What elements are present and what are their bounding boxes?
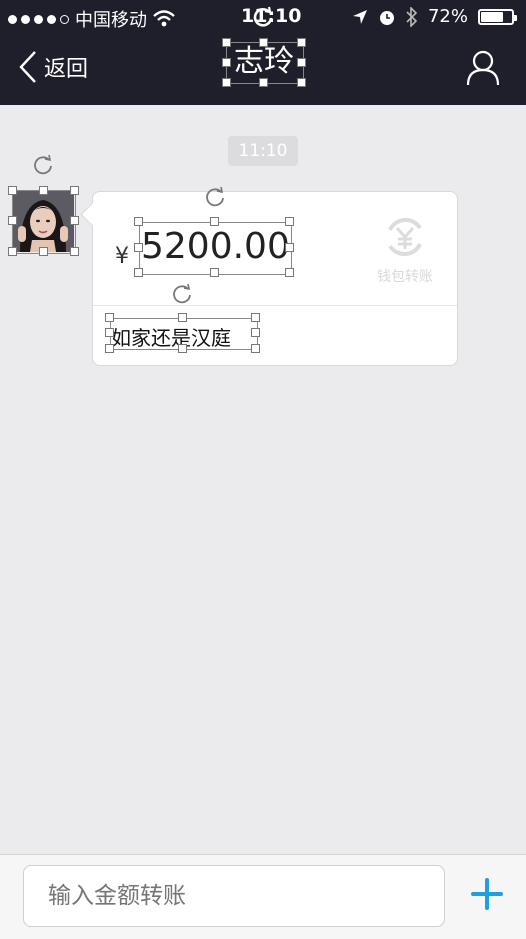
- selection-handle: [178, 344, 187, 353]
- app-header: 中国移动 11:10 72% 返回 志玲: [0, 0, 526, 105]
- selection-handle: [70, 247, 79, 256]
- selection-handle: [70, 186, 79, 195]
- selection-handle: [105, 328, 114, 337]
- selection-handle: [8, 186, 17, 195]
- selection-handle: [251, 328, 260, 337]
- selection-handle: [134, 243, 143, 252]
- selection-handle: [134, 268, 143, 277]
- rotate-handle-icon: [173, 283, 191, 304]
- selection-handle: [210, 217, 219, 226]
- composer-bar: [0, 854, 526, 939]
- selection-handle: [222, 78, 231, 87]
- selection-handle: [8, 247, 17, 256]
- selection-handle: [39, 247, 48, 256]
- selection-handle: [39, 186, 48, 195]
- battery-icon: [478, 8, 517, 25]
- wallet-transfer-badge: 钱包转账: [371, 214, 439, 285]
- rotate-handle-icon: [206, 186, 224, 207]
- person-icon[interactable]: [466, 50, 500, 86]
- yen-coin-icon: [388, 217, 422, 257]
- nav-bar: 返回 志玲: [0, 6, 526, 105]
- selection-handle: [259, 78, 268, 87]
- selection-handle: [222, 58, 231, 67]
- selection-handle: [251, 313, 260, 322]
- battery-percent: 72%: [427, 6, 468, 27]
- selection-handle: [285, 243, 294, 252]
- selection-handle: [178, 313, 187, 322]
- selection-handle: [285, 268, 294, 277]
- bubble-divider: [93, 305, 457, 306]
- selection-handle: [105, 313, 114, 322]
- bluetooth-icon: [406, 6, 418, 27]
- amount-input[interactable]: [23, 865, 445, 927]
- selection-handle: [297, 38, 306, 47]
- selection-handle: [134, 217, 143, 226]
- rotate-handle-icon: [34, 154, 52, 175]
- back-button[interactable]: 返回: [18, 50, 88, 84]
- selection-handle: [259, 38, 268, 47]
- currency-symbol: ¥: [115, 244, 129, 269]
- alarm-icon: [379, 10, 394, 25]
- selection-handle: [251, 344, 260, 353]
- selection-handle: [70, 216, 79, 225]
- selection-handle: [105, 344, 114, 353]
- wifi-icon: [153, 10, 175, 27]
- selection-handle: [8, 216, 17, 225]
- selection-handle: [210, 268, 219, 277]
- signal-dots-icon: [8, 14, 69, 24]
- chevron-left-icon: [19, 51, 36, 83]
- carrier-name: 中国移动: [75, 10, 147, 31]
- plus-icon[interactable]: [470, 877, 504, 911]
- carrier-area: 中国移动: [8, 6, 175, 32]
- avatar-selection-box: [12, 190, 76, 254]
- chat-timestamp: 11:10: [228, 136, 298, 166]
- selection-handle: [297, 58, 306, 67]
- selection-handle: [285, 217, 294, 226]
- selection-handle: [222, 38, 231, 47]
- status-right: 72%: [352, 6, 517, 27]
- location-icon: [352, 9, 367, 24]
- rotate-handle-icon: [253, 6, 273, 27]
- battery-fill: [481, 11, 503, 22]
- back-label: 返回: [44, 57, 89, 82]
- wallet-transfer-label: 钱包转账: [377, 269, 433, 285]
- selection-handle: [297, 78, 306, 87]
